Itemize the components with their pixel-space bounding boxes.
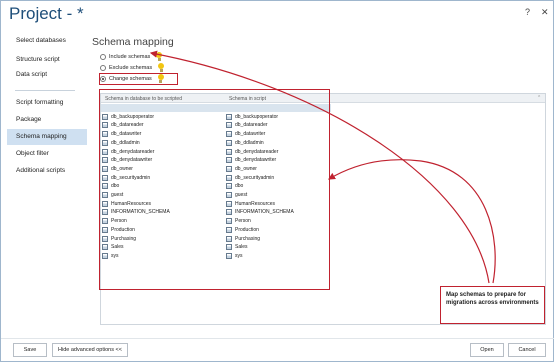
sidebar-item-script-formatting[interactable]: Script formatting bbox=[7, 95, 87, 111]
sidebar-item-structure-script[interactable]: Structure script bbox=[7, 52, 87, 68]
sidebar: Select databases Structure script Data s… bbox=[1, 29, 91, 325]
project-dialog: Project - * ? ✕ Select databases Structu… bbox=[0, 0, 554, 362]
exclude-schemas-label: Exclude schemas bbox=[109, 65, 153, 71]
table-highlight-box bbox=[99, 89, 330, 290]
callout-note: Map schemas to prepare for migrations ac… bbox=[440, 286, 545, 324]
help-button[interactable]: ? bbox=[525, 7, 530, 17]
save-button[interactable]: Save bbox=[13, 343, 47, 357]
sidebar-item-select-databases[interactable]: Select databases bbox=[7, 33, 87, 49]
sidebar-item-package[interactable]: Package bbox=[7, 112, 87, 128]
radio-circle[interactable] bbox=[100, 54, 106, 60]
dialog-footer: Save Hide advanced options << Open Cance… bbox=[1, 338, 554, 362]
page-title: Schema mapping bbox=[92, 36, 174, 48]
close-button[interactable]: ✕ bbox=[541, 7, 549, 18]
cancel-button[interactable]: Cancel bbox=[508, 343, 546, 357]
lightbulb-icon[interactable] bbox=[155, 52, 163, 62]
sidebar-item-object-filter[interactable]: Object filter bbox=[7, 146, 87, 162]
exclude-schemas-radio[interactable]: Exclude schemas bbox=[100, 63, 165, 73]
sidebar-item-additional-scripts[interactable]: Additional scripts bbox=[7, 163, 87, 179]
sidebar-item-schema-mapping[interactable]: Schema mapping bbox=[7, 129, 87, 145]
include-schemas-label: Include schemas bbox=[109, 54, 151, 60]
lightbulb-icon[interactable] bbox=[157, 63, 165, 73]
change-schemas-highlight bbox=[99, 73, 178, 85]
hide-advanced-options-button[interactable]: Hide advanced options << bbox=[52, 343, 128, 357]
radio-circle[interactable] bbox=[100, 65, 106, 71]
sidebar-item-data-script[interactable]: Data script bbox=[7, 67, 87, 83]
include-schemas-radio[interactable]: Include schemas bbox=[100, 52, 163, 62]
open-button[interactable]: Open bbox=[470, 343, 504, 357]
sidebar-divider bbox=[15, 90, 75, 91]
dialog-title: Project - * bbox=[9, 4, 84, 23]
chevron-up-icon[interactable]: ⌃ bbox=[537, 95, 541, 101]
